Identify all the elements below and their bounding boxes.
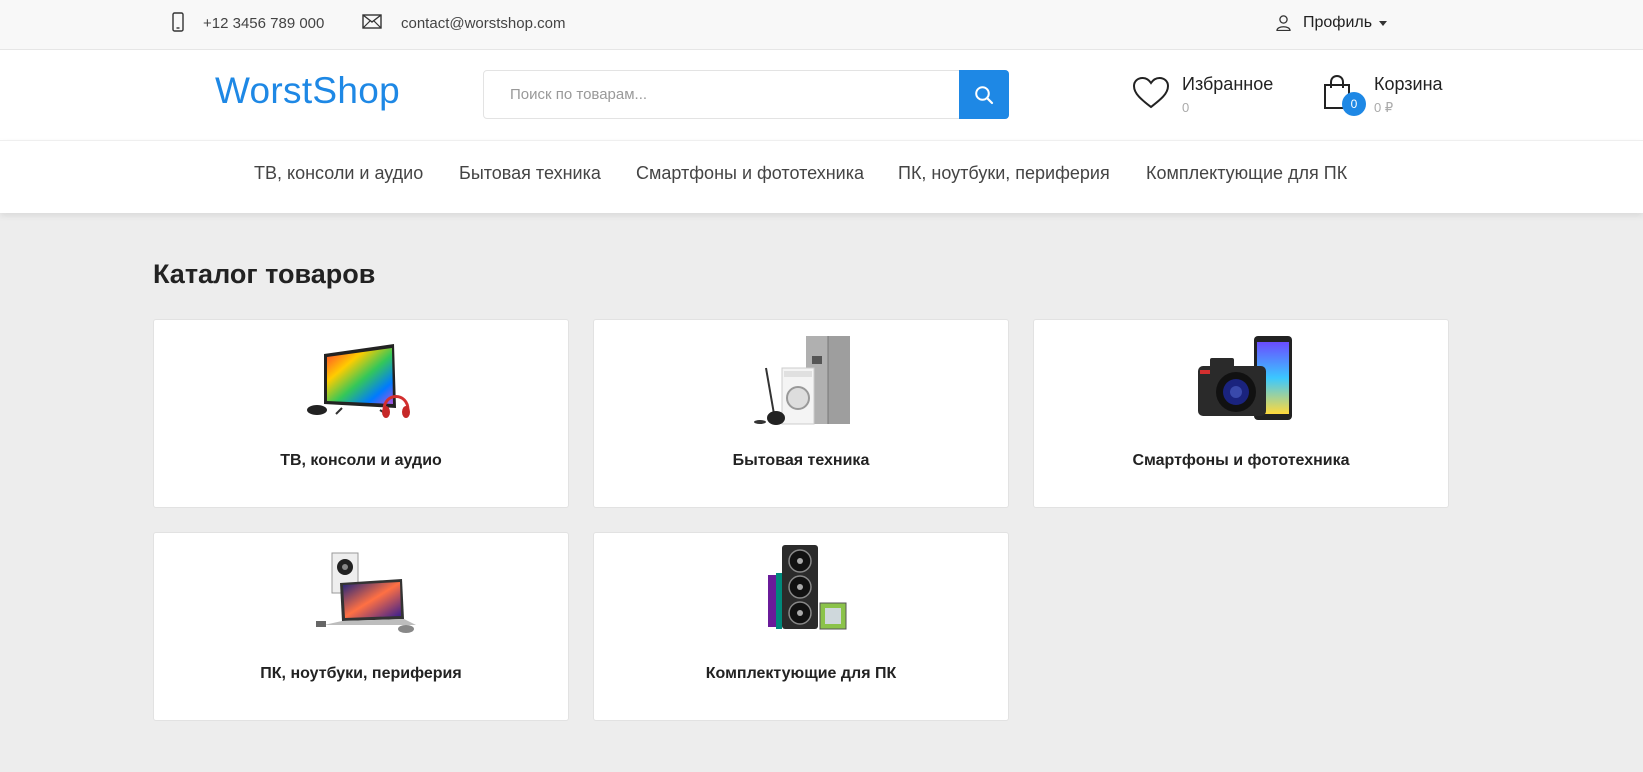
site-logo[interactable]: WorstShop bbox=[215, 70, 400, 112]
favorites-label: Избранное bbox=[1182, 74, 1274, 94]
category-card-smartphones[interactable]: Смартфоны и фототехника bbox=[1033, 319, 1449, 508]
category-card-pc-laptops[interactable]: ПК, ноутбуки, периферия bbox=[153, 532, 569, 721]
home-appliances-image bbox=[754, 336, 850, 425]
user-icon bbox=[1276, 15, 1291, 31]
pc-components-image bbox=[768, 545, 847, 630]
cart-label: Корзина bbox=[1374, 74, 1443, 94]
cart-badge: 0 bbox=[1342, 92, 1366, 116]
category-name: Комплектующие для ПК bbox=[705, 665, 897, 682]
laptop-pc-image bbox=[316, 552, 416, 633]
category-nav: ТВ, консоли и аудио Бытовая техника Смар… bbox=[0, 140, 1643, 213]
nav-item-smartphones[interactable]: Смартфоны и фототехника bbox=[636, 163, 864, 184]
cart-total: 0 ₽ bbox=[1374, 100, 1394, 115]
phone-icon bbox=[172, 12, 184, 32]
tv-console-audio-image bbox=[307, 344, 410, 418]
smartphone-camera-image bbox=[1198, 336, 1292, 420]
nav-item-appliances[interactable]: Бытовая техника bbox=[459, 163, 601, 184]
header: WorstShop Избранное 0 0 Корзина 0 ₽ bbox=[0, 50, 1643, 140]
category-card-appliances[interactable]: Бытовая техника bbox=[593, 319, 1009, 508]
category-name: ТВ, консоли и аудио bbox=[280, 452, 442, 469]
cart-button[interactable]: 0 Корзина 0 ₽ bbox=[1322, 70, 1482, 120]
nav-item-pc-laptops[interactable]: ПК, ноутбуки, периферия bbox=[898, 163, 1110, 184]
page-title: Каталог товаров bbox=[153, 259, 376, 289]
nav-item-pc-components[interactable]: Комплектующие для ПК bbox=[1146, 163, 1347, 184]
email-link[interactable]: contact@worstshop.com bbox=[401, 0, 565, 46]
category-card-pc-components[interactable]: Комплектующие для ПК bbox=[593, 532, 1009, 721]
profile-label: Профиль bbox=[1303, 14, 1373, 31]
category-card-tv-audio[interactable]: ТВ, консоли и аудио bbox=[153, 319, 569, 508]
heart-icon bbox=[1132, 76, 1170, 109]
favorites-count: 0 bbox=[1182, 100, 1190, 115]
category-name: Бытовая техника bbox=[732, 452, 870, 469]
caret-down-icon bbox=[1379, 20, 1388, 26]
category-name: ПК, ноутбуки, периферия bbox=[260, 665, 462, 682]
mail-icon bbox=[362, 14, 382, 29]
search-button[interactable] bbox=[959, 70, 1009, 119]
search-bar bbox=[483, 70, 1009, 119]
favorites-button[interactable]: Избранное 0 bbox=[1130, 70, 1290, 120]
profile-dropdown[interactable]: Профиль bbox=[1276, 0, 1388, 46]
category-name: Смартфоны и фототехника bbox=[1132, 452, 1350, 469]
nav-item-tv-audio[interactable]: ТВ, консоли и аудио bbox=[254, 163, 423, 184]
search-icon bbox=[975, 85, 994, 104]
phone-number[interactable]: +12 3456 789 000 bbox=[203, 0, 324, 46]
top-bar: +12 3456 789 000 contact@worstshop.com П… bbox=[0, 0, 1643, 50]
search-input[interactable] bbox=[484, 71, 958, 118]
